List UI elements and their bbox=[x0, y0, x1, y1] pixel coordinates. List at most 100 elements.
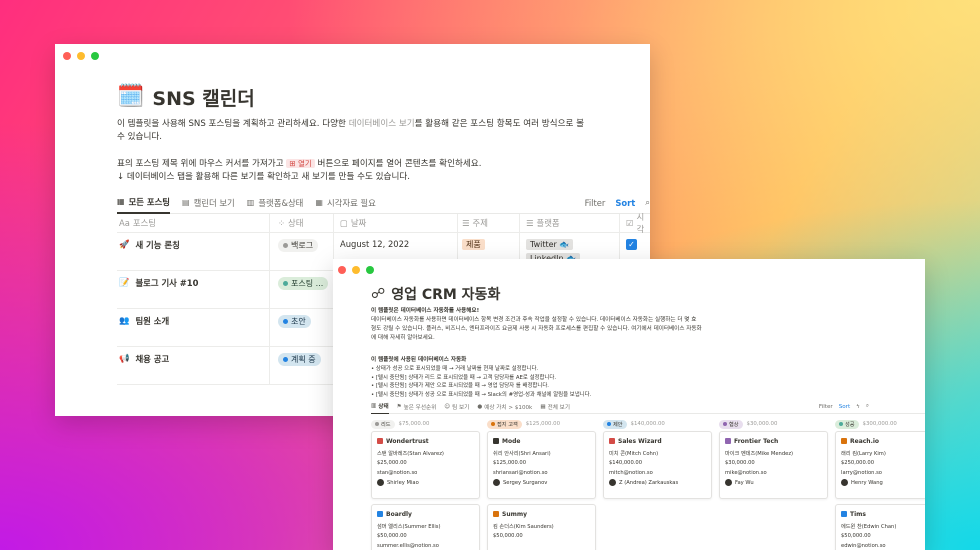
maximize-dot[interactable] bbox=[366, 266, 374, 274]
deal-card[interactable]: Reach.io 래리 킴(Larry Kim) $250,000.00 larry@… bbox=[835, 431, 925, 499]
status-cell[interactable]: 초안 bbox=[269, 309, 333, 346]
dollar-icon: ● bbox=[477, 403, 483, 410]
sales-crm-window: ☍ 영업 CRM 자동화 이 템플릿은 데이터베이스 자동화를 사용해요! 데이… bbox=[333, 259, 925, 550]
deal-card[interactable]: Tims 에드윈 찬(Edwin Chan) $50,000.00 edwin@not… bbox=[835, 504, 925, 550]
board-column: 제안 $140,000.00 Sales Wizard 미치 콘(Mitch Cohn… bbox=[603, 417, 712, 550]
post-title-cell[interactable]: 📢 채용 공고 bbox=[117, 347, 269, 384]
sort-button[interactable]: Sort bbox=[839, 404, 850, 410]
sort-button[interactable]: Sort bbox=[615, 198, 635, 208]
tab-platform-status[interactable]: ▥ 플랫폼&상태 bbox=[247, 192, 304, 214]
tab-calendar[interactable]: ▤ 캘린더 보기 bbox=[182, 192, 235, 214]
deal-card[interactable]: Summy 킴 손더스(Kim Saunders) $50,000.00 bbox=[487, 504, 596, 550]
desc-text: 이 템플릿을 사용해 SNS 포스팅을 계획하고 관리하세요. 다양한 bbox=[117, 119, 349, 129]
status-badge: 백로그 bbox=[278, 239, 319, 252]
view-tabs: ▦ 모든 포스팅 ▤ 캘린더 보기 ▥ 플랫폼&상태 ▦ 시각자료 필요 Filter … bbox=[117, 192, 650, 214]
status-badge: 접지 고객 bbox=[487, 419, 522, 429]
minimize-dot[interactable] bbox=[77, 52, 85, 60]
column-sum: $125,000.00 bbox=[525, 421, 561, 427]
page-description: 이 템플릿을 사용해 SNS 포스팅을 계획하고 관리하세요. 다양한 데이터베… bbox=[117, 118, 587, 184]
deal-card[interactable]: Sales Wizard 미치 콘(Mitch Cohn) $140,000.00 m… bbox=[603, 431, 712, 499]
column-header[interactable]: 접지 고객 $125,000.00 bbox=[487, 417, 596, 431]
status-badge: 성공 bbox=[835, 419, 859, 429]
minimize-dot[interactable] bbox=[352, 266, 360, 274]
tab-status[interactable]: ▥ 상태 bbox=[371, 400, 389, 414]
tab-all[interactable]: ▦ 전체 보기 bbox=[540, 400, 570, 414]
column-header[interactable]: 제안 $140,000.00 bbox=[603, 417, 712, 431]
contact-email: edwin@notion.so bbox=[841, 542, 886, 549]
column-header[interactable]: ☰ 플랫폼 bbox=[519, 213, 619, 233]
board-column: 리드 $75,000.00 Wondertrust 스탠 알바레즈(Stan Alva… bbox=[371, 417, 480, 550]
company-icon bbox=[841, 438, 847, 444]
lightning-icon[interactable]: ϟ bbox=[856, 404, 860, 410]
deal-card[interactable]: Mode 쉬리 안사리(Shri Ansari) $125,000.00 shrian… bbox=[487, 431, 596, 499]
filter-button[interactable]: Filter bbox=[819, 404, 833, 410]
post-title-cell[interactable]: 📝 블로그 기사 #10 bbox=[117, 271, 269, 308]
window-controls bbox=[63, 52, 99, 60]
tab-team[interactable]: ☺ 팀 보기 bbox=[444, 400, 469, 414]
deal-value: $50,000.00 bbox=[377, 533, 407, 540]
deal-name: Sales Wizard bbox=[609, 436, 706, 446]
column-header[interactable]: 리드 $75,000.00 bbox=[371, 417, 480, 431]
tab-value-filter[interactable]: ● 예상 가치 > $100k bbox=[477, 400, 532, 414]
contact-email bbox=[493, 541, 590, 550]
post-title-cell[interactable]: 🚀 새 기능 론칭 bbox=[117, 233, 269, 270]
deal-value: $125,000.00 bbox=[493, 460, 527, 467]
contact-email: summer.ellis@notion.so bbox=[377, 542, 439, 549]
contact-email: mike@notion.so bbox=[725, 469, 767, 476]
tab-all-posts[interactable]: ▦ 모든 포스팅 bbox=[117, 192, 171, 214]
contact-name: 래리 킴(Larry Kim) bbox=[841, 451, 886, 458]
status-cell[interactable]: 백로그 bbox=[269, 233, 333, 270]
status-cell[interactable]: 계획 중 bbox=[269, 347, 333, 384]
deal-card[interactable]: Boardly 섬머 엘리스(Summer Ellis) $50,000.00 sum… bbox=[371, 504, 480, 550]
column-header[interactable]: ⁘ 상태 bbox=[269, 213, 333, 233]
deal-owner: Shirley Miao bbox=[377, 478, 474, 488]
deal-value: $140,000.00 bbox=[609, 460, 643, 467]
contact-name: 미치 콘(Mitch Cohn) bbox=[609, 451, 659, 458]
column-header[interactable]: ☰ 주제 bbox=[457, 213, 519, 233]
date-prop-icon: ▢ bbox=[340, 218, 348, 228]
automation-list: 상태가 성공 으로 표시되었을 때 → 거래 날짜를 현재 날짜로 설정합니다.… bbox=[371, 365, 921, 399]
deal-card[interactable]: Wondertrust 스탠 알바레즈(Stan Alvarez) $25,000.… bbox=[371, 431, 480, 499]
board-column: 성공 $300,000.00 Reach.io 래리 킴(Larry Kim) $250… bbox=[835, 417, 925, 550]
close-dot[interactable] bbox=[63, 52, 71, 60]
deal-name: Wondertrust bbox=[377, 436, 474, 446]
post-title-cell[interactable]: 👥 팀원 소개 bbox=[117, 309, 269, 346]
checkbox-checked[interactable]: ✓ bbox=[626, 239, 637, 250]
filter-button[interactable]: Filter bbox=[585, 198, 606, 208]
intro-text: 이 템플릿은 데이터베이스 자동화를 사용해요! 데이터베이스 자동화를 사용하… bbox=[371, 308, 702, 341]
tab-high-priority[interactable]: ⚑ 높은 우선순위 bbox=[397, 400, 437, 414]
table-header: Aa 포스팅 ⁘ 상태 ▢ 날짜 ☰ 주제 ☰ 플랫폼 ☑ 시각 bbox=[117, 212, 650, 234]
status-badge: 제안 bbox=[603, 419, 627, 429]
contact-name: 에드윈 찬(Edwin Chan) bbox=[841, 524, 897, 531]
contact-name: 스탠 알바레즈(Stan Alvarez) bbox=[377, 451, 444, 458]
column-header[interactable]: ☑ 시각 bbox=[619, 212, 649, 234]
avatar bbox=[725, 479, 732, 486]
maximize-dot[interactable] bbox=[91, 52, 99, 60]
status-badge: 리드 bbox=[371, 419, 395, 429]
contact-name: 섬머 엘리스(Summer Ellis) bbox=[377, 524, 441, 531]
search-icon[interactable]: ⌕ bbox=[866, 403, 869, 410]
contact-email: shriansari@notion.so bbox=[493, 469, 548, 476]
close-dot[interactable] bbox=[338, 266, 346, 274]
window-controls bbox=[338, 266, 374, 274]
column-header[interactable]: ▢ 날짜 bbox=[333, 213, 457, 233]
contact-name: 마이크 멘데즈(Mike Mendez) bbox=[725, 451, 794, 458]
search-icon[interactable]: ⌕ bbox=[645, 197, 650, 208]
deal-name: Summy bbox=[493, 509, 590, 519]
board-column: 협상 $30,000.00 Frontier Tech 마이크 멘데즈(Mike Me… bbox=[719, 417, 828, 550]
automation-subtitle: 이 템플릿에 사용된 데이터베이스 자동화 bbox=[371, 357, 467, 363]
tab-visual-needed[interactable]: ▦ 시각자료 필요 bbox=[315, 192, 375, 214]
database-views-link[interactable]: 데이터베이스 보기 bbox=[349, 119, 415, 129]
page-title: 🗓️ SNS 캘린더 bbox=[117, 82, 647, 112]
column-header[interactable]: 협상 $30,000.00 bbox=[719, 417, 828, 431]
column-header[interactable]: Aa 포스팅 bbox=[117, 214, 269, 233]
deal-name: Boardly bbox=[377, 509, 474, 519]
table-icon: ▦ bbox=[540, 403, 546, 410]
deal-name: Mode bbox=[493, 436, 590, 446]
board-icon: ▥ bbox=[246, 198, 255, 207]
deal-card[interactable]: Frontier Tech 마이크 멘데즈(Mike Mendez) $30,000… bbox=[719, 431, 828, 499]
status-cell[interactable]: 포스팅 ... bbox=[269, 271, 333, 308]
status-badge: 초안 bbox=[278, 315, 311, 328]
column-header[interactable]: 성공 $300,000.00 bbox=[835, 417, 925, 431]
deal-owner: Sergey Surganov bbox=[493, 478, 590, 488]
